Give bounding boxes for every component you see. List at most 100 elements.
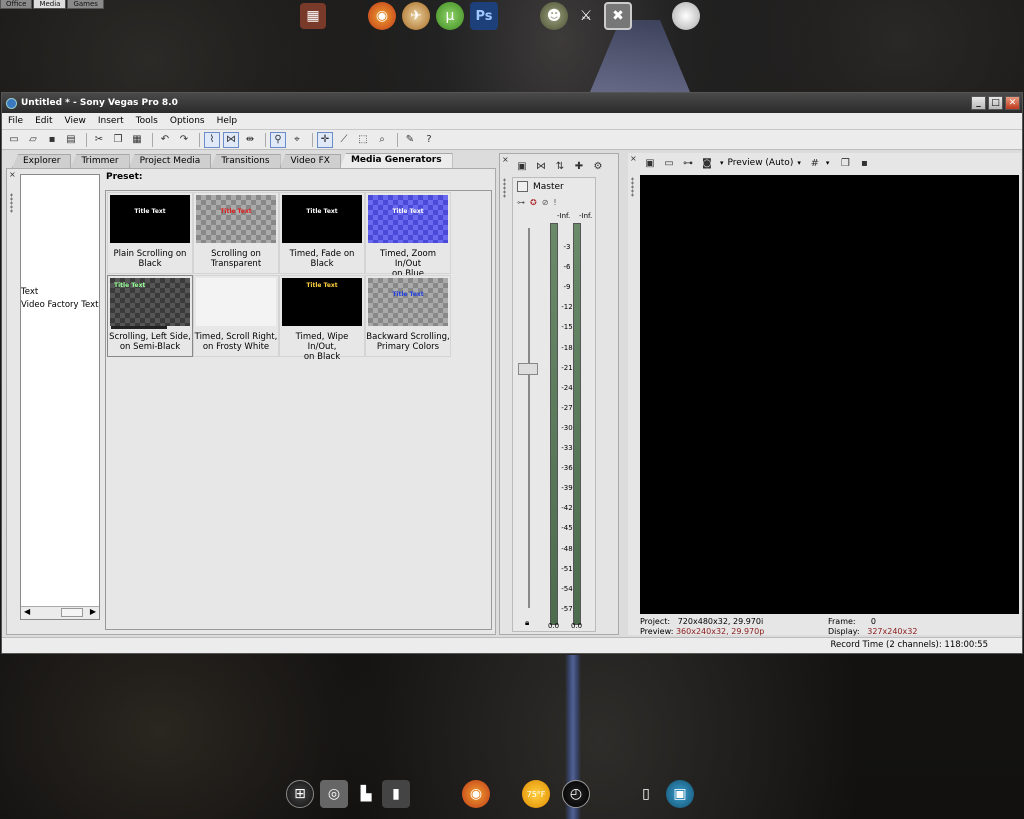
- clock-icon[interactable]: ◴: [562, 780, 590, 808]
- solo-icon[interactable]: !: [553, 198, 556, 207]
- downmix-icon[interactable]: ⋈: [533, 158, 549, 174]
- new-file-icon[interactable]: ▭: [6, 132, 22, 148]
- preset-timed-fade-on-black[interactable]: Title Text Timed, Fade on Black: [279, 192, 365, 274]
- panel-grip-icon[interactable]: [10, 193, 13, 213]
- phone-icon[interactable]: ▯: [632, 780, 660, 808]
- tree-horizontal-scrollbar[interactable]: ◀ ▶: [21, 606, 99, 619]
- menu-edit[interactable]: Edit: [29, 116, 58, 126]
- chevron-down-icon[interactable]: ▾: [720, 159, 724, 167]
- auto-crossfade-icon[interactable]: ⋈: [223, 131, 239, 148]
- preset-backward-scrolling-primary-colors[interactable]: Title Text Backward Scrolling, Primary C…: [365, 275, 451, 357]
- title-bar[interactable]: Untitled * - Sony Vegas Pro 8.0 _ □ ✕: [2, 93, 1022, 113]
- undo-icon[interactable]: ↶: [157, 132, 173, 148]
- copy-icon[interactable]: ❐: [110, 132, 126, 148]
- panel-close-icon[interactable]: ×: [630, 154, 637, 163]
- maximize-button[interactable]: □: [988, 96, 1003, 110]
- preset-plain-scrolling-on-black[interactable]: Title Text Plain Scrolling on Black: [107, 192, 193, 274]
- properties-icon[interactable]: ▤: [63, 132, 79, 148]
- boot-icon[interactable]: ▙: [352, 780, 380, 808]
- weather-icon[interactable]: 75°F: [522, 780, 550, 808]
- external-monitor-icon[interactable]: ▭: [661, 155, 677, 171]
- cut-icon[interactable]: ✂: [91, 132, 107, 148]
- windows-start-icon[interactable]: ⊞: [286, 780, 314, 808]
- split-screen-icon[interactable]: ⊶: [680, 155, 696, 171]
- volume-fader-knob[interactable]: [518, 363, 538, 375]
- menu-options[interactable]: Options: [164, 116, 211, 126]
- tree-item-text[interactable]: Text: [21, 287, 38, 297]
- scroll-left-icon[interactable]: ◀: [24, 607, 30, 616]
- envelope-tool-icon[interactable]: ⟋: [336, 132, 352, 148]
- panel-grip-icon[interactable]: [631, 177, 634, 197]
- save-icon[interactable]: ▪: [44, 132, 60, 148]
- close-button[interactable]: ✕: [1005, 96, 1020, 110]
- master-bus-icon[interactable]: [517, 181, 528, 192]
- zoom-tool-icon[interactable]: ⌕: [374, 132, 390, 148]
- preview-fx-icon[interactable]: ◙: [699, 155, 715, 171]
- preset-scrolling-on-transparent[interactable]: Title Text Scrolling on Transparent: [193, 192, 279, 274]
- firefox-icon-bottom[interactable]: ◉: [462, 780, 490, 808]
- halo-icon[interactable]: ☻: [540, 2, 568, 30]
- menu-tools[interactable]: Tools: [130, 116, 164, 126]
- mixer-properties-icon[interactable]: ▣: [514, 158, 530, 174]
- panel-grip-icon[interactable]: [503, 178, 506, 198]
- preset-scrolling-left-side-on-semi-black[interactable]: Title Text Scrolling, Left Side, on Semi…: [107, 275, 193, 357]
- selection-tool-icon[interactable]: ⬚: [355, 132, 371, 148]
- photoshop-icon[interactable]: Ps: [470, 2, 498, 30]
- firefox-icon[interactable]: ◉: [368, 2, 396, 30]
- monitor-icon[interactable]: ▣: [666, 780, 694, 808]
- minimize-button[interactable]: _: [971, 96, 986, 110]
- paste-icon[interactable]: ▦: [129, 132, 145, 148]
- pc-icon[interactable]: ▮: [382, 780, 410, 808]
- paint-icon[interactable]: ▦: [300, 3, 326, 29]
- x-game-icon[interactable]: ✖: [604, 2, 632, 30]
- webcam-icon[interactable]: ◎: [320, 780, 348, 808]
- insert-bus-icon[interactable]: ✚: [571, 158, 587, 174]
- panel-close-icon[interactable]: ×: [9, 170, 16, 179]
- open-folder-icon[interactable]: ▱: [25, 132, 41, 148]
- tab-video-fx[interactable]: Video FX: [279, 154, 341, 168]
- tab-media-generators[interactable]: Media Generators: [339, 153, 453, 168]
- preset-timed-zoom-on-blue[interactable]: Title Text Timed, Zoom In/Out on Blue: [365, 192, 451, 279]
- lock-envelopes-icon[interactable]: ⚲: [270, 131, 286, 148]
- panel-close-icon[interactable]: ×: [502, 155, 509, 164]
- utorrent-icon[interactable]: µ: [436, 2, 464, 30]
- normal-edit-tool-icon[interactable]: ✛: [317, 131, 333, 148]
- tab-project-media[interactable]: Project Media: [128, 154, 212, 168]
- volume-fader-track[interactable]: [528, 228, 530, 608]
- fader-lock-icon[interactable]: 🔒︎: [525, 618, 529, 628]
- top-tab-office[interactable]: Office: [0, 0, 33, 9]
- menu-help[interactable]: Help: [211, 116, 244, 126]
- moon-icon[interactable]: [672, 2, 700, 30]
- ignore-grouping-icon[interactable]: ⌖: [289, 132, 305, 148]
- copy-snapshot-icon[interactable]: ❐: [837, 155, 853, 171]
- menu-view[interactable]: View: [59, 116, 92, 126]
- chevron-down-icon[interactable]: ▾: [797, 159, 801, 167]
- insert-fx-icon[interactable]: ⚙: [590, 158, 606, 174]
- tree-item-video-factory-text[interactable]: Video Factory Text: [21, 300, 98, 310]
- top-tab-media[interactable]: Media: [33, 0, 67, 9]
- menu-file[interactable]: File: [2, 116, 29, 126]
- mute-icon[interactable]: ⊘: [542, 198, 549, 207]
- auto-ripple-icon[interactable]: ⇹: [242, 132, 258, 148]
- menu-insert[interactable]: Insert: [92, 116, 130, 126]
- chevron-down-icon[interactable]: ▾: [826, 159, 830, 167]
- preview-properties-icon[interactable]: ▣: [642, 155, 658, 171]
- scroll-thumb[interactable]: [61, 608, 83, 617]
- preview-quality-dropdown[interactable]: Preview (Auto): [728, 158, 794, 168]
- overlays-icon[interactable]: #: [807, 155, 823, 171]
- burn-disc-icon[interactable]: ✎: [402, 132, 418, 148]
- scroll-right-icon[interactable]: ▶: [90, 607, 96, 616]
- tab-trimmer[interactable]: Trimmer: [70, 154, 130, 168]
- preset-timed-scroll-right-on-frosty-white[interactable]: Timed, Scroll Right, on Frosty White: [193, 275, 279, 357]
- whats-this-icon[interactable]: ?: [421, 132, 437, 148]
- snapping-icon[interactable]: ⌇: [204, 131, 220, 148]
- sword-icon[interactable]: ⚔: [572, 2, 600, 30]
- fx-icon[interactable]: ✪: [530, 198, 537, 207]
- dim-output-icon[interactable]: ⇅: [552, 158, 568, 174]
- preset-timed-wipe-on-black[interactable]: Title Text Timed, Wipe In/Out, on Black: [279, 275, 365, 362]
- tab-explorer[interactable]: Explorer: [12, 154, 72, 168]
- redo-icon[interactable]: ↷: [176, 132, 192, 148]
- save-snapshot-icon[interactable]: ▪: [856, 155, 872, 171]
- top-tab-games[interactable]: Games: [67, 0, 104, 9]
- ftp-icon[interactable]: ✈: [402, 2, 430, 30]
